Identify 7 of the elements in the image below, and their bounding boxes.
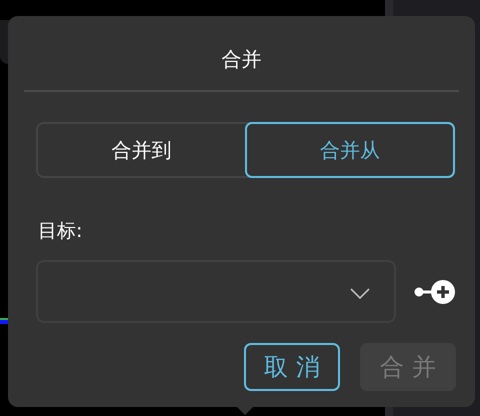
target-label: 目标: — [38, 219, 84, 244]
dialog-button[interactable]: 取 消 — [244, 343, 340, 391]
segment-tab[interactable]: 合并到 — [38, 124, 244, 176]
segment-tab[interactable]: 合并从 — [244, 122, 455, 178]
chevron-down-icon — [350, 288, 370, 300]
add-connection-icon[interactable] — [414, 278, 456, 304]
dialog-title: 合并 — [220, 46, 262, 73]
